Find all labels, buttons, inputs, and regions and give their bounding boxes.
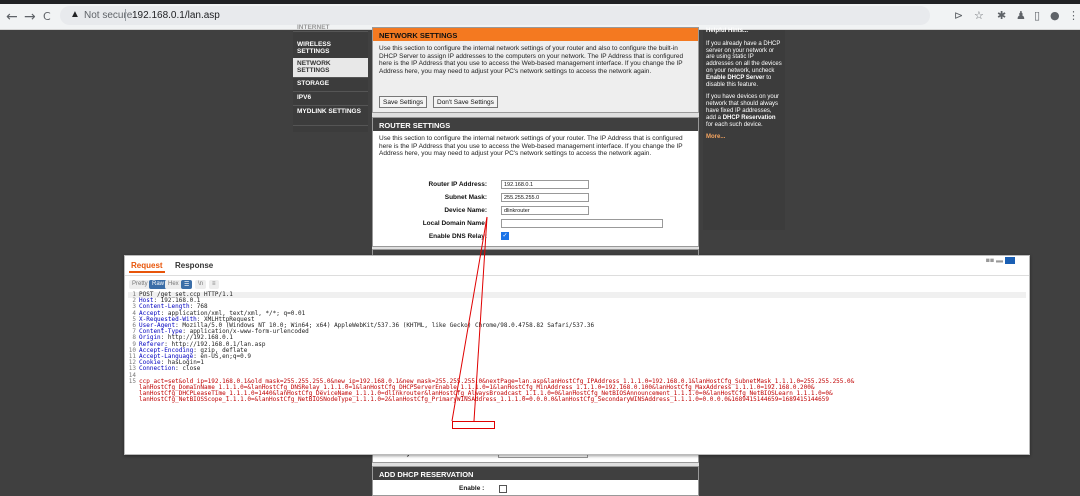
render-icon[interactable]: ☰ [181, 280, 193, 289]
forward-icon[interactable]: → [24, 9, 36, 25]
network-settings-section: NETWORK SETTINGS Use this section to con… [372, 27, 699, 113]
request-text[interactable]: 1 POST /get_set.ccp HTTP/1.1 2 Host: 192.16… [128, 291, 1026, 404]
tab-divider [125, 275, 1029, 276]
warning-icon[interactable]: ▲ [70, 9, 80, 20]
router-ip-label: Router IP Address: [428, 181, 487, 188]
hint-reservation: If you have devices on your network that… [706, 94, 782, 128]
tab-strip [0, 0, 1080, 4]
dns-relay-checkbox[interactable]: ✓ [501, 232, 509, 240]
sidepanel-icon[interactable]: ▯ [1034, 9, 1040, 22]
newline-toggle[interactable]: \n [195, 280, 207, 289]
menu-icon-burp[interactable]: ≡ [209, 280, 219, 289]
profile-icon[interactable]: ● [1050, 9, 1060, 22]
dns-relay-label: Enable DNS Relay: [428, 233, 487, 240]
dhcp-reservation-section: ADD DHCP RESERVATION Enable : [372, 466, 699, 496]
subnet-mask-field[interactable]: 255.255.255.0 [501, 193, 589, 202]
tab-request[interactable]: Request [129, 260, 165, 273]
burp-request-panel: Request Response ■■ ▬ Pretty Raw Hex ☰ \… [124, 255, 1030, 455]
network-settings-title: NETWORK SETTINGS [373, 28, 698, 41]
tab-response[interactable]: Response [173, 260, 215, 271]
router-settings-title: ROUTER SETTINGS [373, 118, 698, 131]
router-ip-field[interactable]: 192.168.0.1 [501, 180, 589, 189]
layout-single-icon[interactable] [1005, 257, 1015, 264]
layout-split-icon[interactable]: ■■ [986, 257, 994, 264]
reload-icon[interactable]: C [43, 10, 51, 23]
router-left-nav: INTERNET WIRELESS SETTINGS NETWORK SETTI… [293, 24, 368, 132]
nav-item-wireless-settings[interactable]: WIRELESS SETTINGS [293, 39, 368, 59]
layout-stack-icon[interactable]: ▬ [996, 257, 1003, 264]
body-text: lanHostCfg_NetBIOSScope_1.1.1.0=&lanHost… [139, 396, 829, 404]
router-settings-description: Use this section to configure the intern… [379, 135, 683, 157]
device-name-field[interactable]: dlinkrouter [501, 206, 589, 215]
nav-item-network-settings[interactable]: NETWORK SETTINGS [293, 58, 368, 78]
highlight-box [452, 421, 495, 429]
hint-dhcp-text: If you already have a DHCP server on you… [706, 40, 782, 74]
header-key: Connection [139, 365, 176, 373]
hints-title: Helpful Hints... [706, 28, 748, 34]
dont-save-settings-button[interactable]: Don't Save Settings [433, 96, 498, 108]
layout-controls[interactable]: ■■ ▬ [986, 257, 1015, 264]
hint-reservation-bold: DHCP Reservation [722, 114, 776, 121]
url-separator [125, 9, 126, 21]
star-icon[interactable]: ☆ [974, 9, 984, 22]
save-settings-button[interactable]: Save Settings [379, 96, 428, 108]
reservation-enable-label: Enable : [459, 485, 485, 492]
subnet-mask-label: Subnet Mask: [444, 194, 487, 201]
nav-item-internet[interactable]: INTERNET [293, 22, 368, 32]
header-value: : close [175, 365, 201, 373]
hint-reservation-text-end: for each such device. [706, 121, 763, 128]
hint-dhcp: If you already have a DHCP server on you… [706, 41, 782, 89]
burp-extension-icon[interactable]: ♟ [1016, 9, 1026, 22]
router-settings-section: ROUTER SETTINGS Use this section to conf… [372, 117, 699, 247]
more-link[interactable]: More... [706, 134, 782, 141]
extension-icon[interactable]: ✱ [997, 9, 1006, 22]
nav-item-storage[interactable]: STORAGE [293, 78, 368, 92]
helpful-hints-panel: Helpful Hints... If you already have a D… [703, 28, 785, 230]
dhcp-reservation-title: ADD DHCP RESERVATION [373, 467, 698, 480]
network-settings-description: Use this section to configure the intern… [379, 45, 684, 75]
view-hex-button[interactable]: Hex [165, 280, 182, 289]
nav-item-ipv6[interactable]: IPV6 [293, 92, 368, 106]
back-icon[interactable]: ← [6, 9, 18, 25]
view-pretty-button[interactable]: Pretty [129, 280, 151, 289]
nav-item-mydlink-settings[interactable]: MYDLINK SETTINGS [293, 106, 368, 126]
local-domain-label: Local Domain Name: [422, 220, 487, 227]
hint-dhcp-bold: Enable DHCP Server [706, 74, 765, 81]
share-icon[interactable]: ⊳ [954, 9, 963, 22]
device-name-label: Device Name: [444, 207, 487, 214]
request-body-line[interactable]: lanHostCfg_NetBIOSScope_1.1.1.0=&lanHost… [128, 397, 1026, 403]
menu-icon[interactable]: ⋮ [1068, 9, 1079, 22]
browser-toolbar: ← → C ▲ Not secure 192.168.0.1/lan.asp ⊳… [0, 0, 1080, 30]
local-domain-field[interactable] [501, 219, 663, 228]
url-text[interactable]: 192.168.0.1/lan.asp [132, 10, 220, 21]
reservation-enable-checkbox[interactable] [499, 485, 507, 493]
